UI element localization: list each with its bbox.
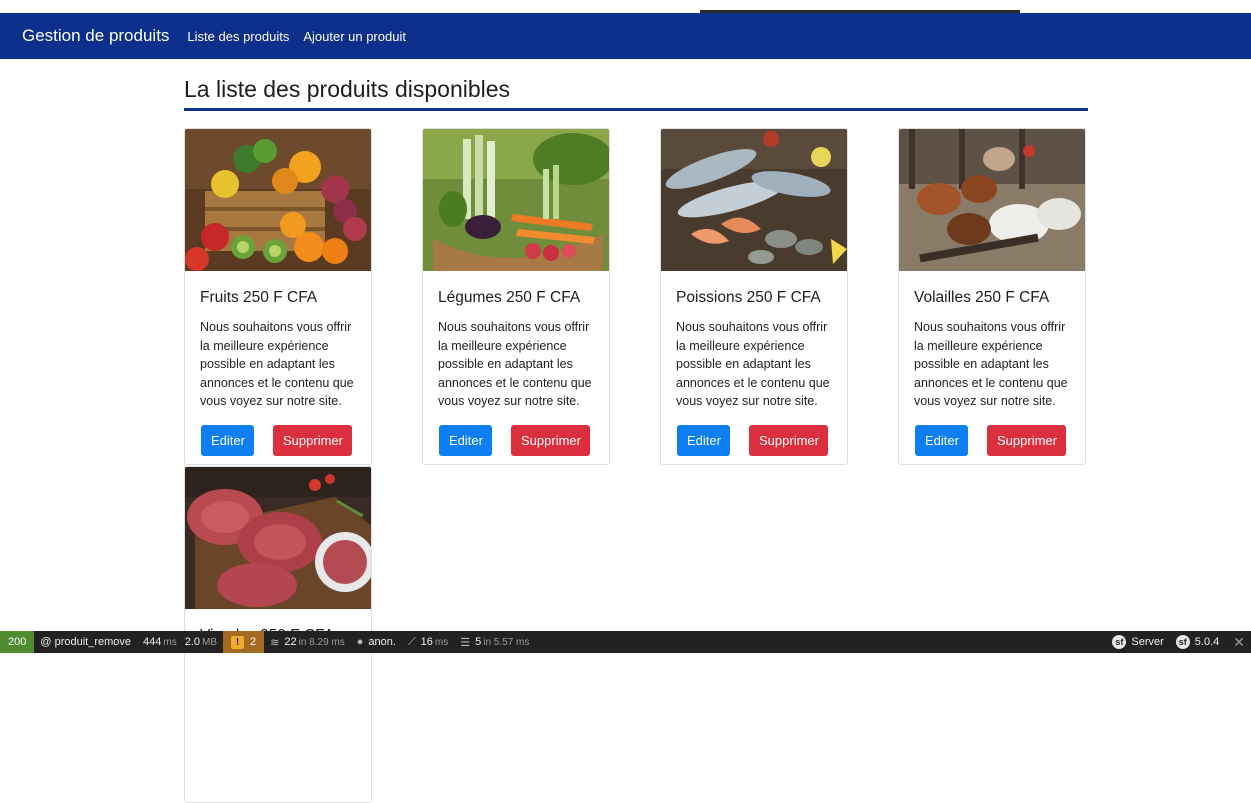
server-panel[interactable]: sf Server [1106, 631, 1169, 653]
twig-unit: ms [434, 636, 449, 648]
warning-icon: ! [231, 635, 245, 649]
request-time[interactable]: 444 ms 2.0 MB [137, 631, 223, 653]
cache-value: 22 [284, 636, 297, 648]
security-panel[interactable]: ● anon. [351, 631, 402, 653]
poultry-image-svg [899, 129, 1085, 271]
db-detail: in 5.57 ms [483, 636, 530, 648]
card-text: Nous souhaitons vous offrir la meilleure… [200, 320, 354, 408]
nav-link-product-list[interactable]: Liste des produits [187, 29, 289, 44]
card-text: Nous souhaitons vous offrir la meilleure… [438, 320, 592, 408]
twig-value: 16 [420, 636, 433, 648]
symfony-version-panel[interactable]: sf 5.0.4 [1170, 631, 1225, 653]
poultry-image [899, 129, 1085, 271]
fruits-image [185, 129, 371, 271]
route-label: @ produit_remove [40, 636, 132, 648]
db-value: 5 [475, 636, 482, 648]
symfony-logo-icon: sf [1175, 635, 1190, 649]
page-title: La liste des produits disponibles [184, 76, 1088, 111]
card-text: Nous souhaitons vous offrir la meilleure… [676, 320, 830, 408]
twig-icon: ⟋ [407, 635, 416, 648]
fruits-image-svg [185, 129, 371, 271]
top-strip [0, 0, 1251, 13]
product-card-fruits: Fruits 250 F CFA Nous souhaitons vous of… [184, 128, 372, 465]
server-label: Server [1131, 636, 1164, 648]
vegetables-image-svg [423, 129, 609, 271]
delete-button[interactable]: Supprimer [749, 424, 828, 456]
cache-detail: in 8.29 ms [298, 636, 345, 648]
fish-image-svg [661, 129, 847, 271]
card-title: Fruits 250 F CFA [200, 289, 318, 306]
close-toolbar-icon[interactable]: ✕ [1225, 634, 1251, 651]
product-card-fish: Poissions 250 F CFA Nous souhaitons vous… [660, 128, 848, 465]
database-panel[interactable]: ☰ 5 in 5.57 ms [454, 631, 535, 653]
edit-button[interactable]: Editer [677, 424, 730, 456]
database-icon: ☰ [460, 636, 471, 649]
vegetables-image [423, 129, 609, 271]
user-value: anon. [368, 636, 396, 648]
user-icon: ● [356, 636, 364, 648]
delete-button[interactable]: Supprimer [511, 424, 590, 456]
main-content: La liste des produits disponibles Fruits… [184, 76, 1088, 803]
fish-image [661, 129, 847, 271]
route-name[interactable]: @ produit_remove [34, 631, 137, 653]
product-card-poultry: Volailles 250 F CFA Nous souhaitons vous… [898, 128, 1086, 465]
card-title: Légumes 250 F CFA [438, 289, 581, 306]
navbar-brand[interactable]: Gestion de produits [22, 26, 169, 46]
nav-link-add-product[interactable]: Ajouter un produit [303, 29, 406, 44]
delete-button[interactable]: Supprimer [987, 424, 1066, 456]
version-value: 5.0.4 [1194, 636, 1220, 648]
debug-toolbar: 200 @ produit_remove 444 ms 2.0 MB ! 2 ≋… [0, 631, 1251, 653]
twig-panel[interactable]: ⟋ 16 ms [402, 631, 454, 653]
toolbar-right: sf Server sf 5.0.4 ✕ [1106, 631, 1251, 653]
warnings-count: 2 [250, 636, 257, 648]
layers-icon: ≋ [270, 636, 280, 649]
delete-button[interactable]: Supprimer [273, 424, 352, 456]
status-code-badge[interactable]: 200 [0, 631, 35, 653]
time-value: 444 [143, 636, 162, 648]
card-title: Volailles 250 F CFA [914, 289, 1050, 306]
warnings-panel[interactable]: ! 2 [223, 631, 265, 653]
memory-value: 2.0 [184, 636, 201, 648]
card-text: Nous souhaitons vous offrir la meilleure… [914, 320, 1068, 408]
navbar: Gestion de produits Liste des produits A… [0, 13, 1251, 59]
card-title: Poissions 250 F CFA [676, 289, 821, 306]
time-unit: ms [163, 636, 177, 648]
edit-button[interactable]: Editer [439, 424, 492, 456]
cache-panel[interactable]: ≋ 22 in 8.29 ms [264, 631, 351, 653]
product-card-vegetables: Légumes 250 F CFA Nous souhaitons vous o… [422, 128, 610, 465]
symfony-server-icon: sf [1112, 635, 1127, 649]
meat-image-svg [185, 467, 371, 609]
edit-button[interactable]: Editer [201, 424, 254, 456]
memory-unit: MB [202, 636, 218, 648]
meat-image [185, 467, 371, 609]
edit-button[interactable]: Editer [915, 424, 968, 456]
